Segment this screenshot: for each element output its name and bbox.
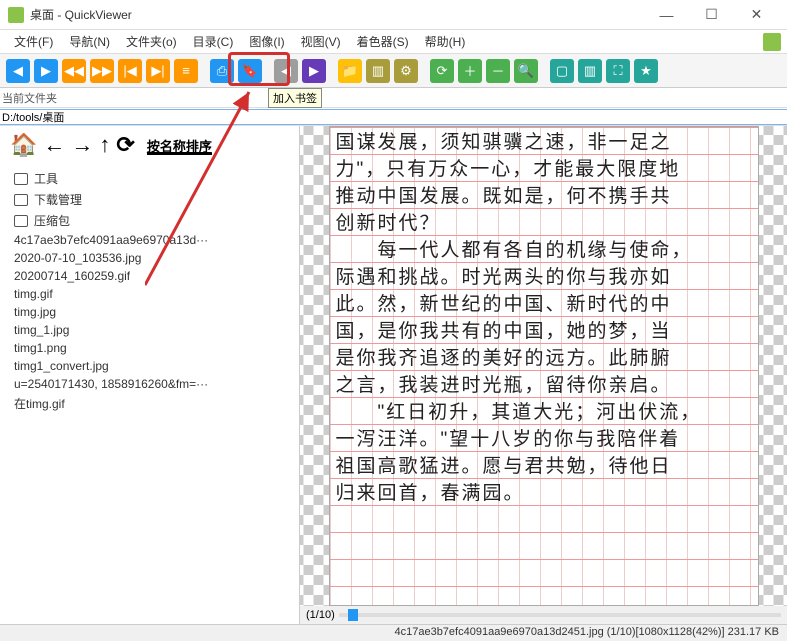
refresh-button[interactable]: ⟳	[430, 59, 454, 83]
open-folder-button[interactable]: 📁	[338, 59, 362, 83]
folder-icon	[14, 173, 28, 185]
bookmark-save-button[interactable]: ⎙	[210, 59, 234, 83]
file-tree: 工具 下载管理 压缩包 4c17ae3b7efc4091aa9e6970a13d…	[0, 164, 299, 418]
first-button[interactable]: |◀	[118, 59, 142, 83]
minimize-button[interactable]: —	[644, 0, 689, 30]
path-label: 当前文件夹	[0, 90, 59, 106]
file-item[interactable]: 20200714_160259.gif	[8, 267, 291, 285]
folder-item[interactable]: 下载管理	[8, 189, 291, 210]
file-item[interactable]: 2020-07-10_103536.jpg	[8, 249, 291, 267]
app-icon	[8, 7, 24, 23]
document-page: 国谋发展，须知骐骥之速，非一足之力"，只有万众一心，才能最大限度地推动中国发展。…	[329, 126, 759, 606]
rotate-right-button[interactable]: ▶	[302, 59, 326, 83]
fast-prev-button[interactable]: ◀◀	[62, 59, 86, 83]
forward-icon[interactable]: →	[71, 132, 93, 158]
zoom-fit-button[interactable]: 🔍	[514, 59, 538, 83]
menu-nav[interactable]: 导航(N)	[61, 31, 118, 52]
next-button[interactable]: ▶	[34, 59, 58, 83]
file-item[interactable]: u=2540171430, 1858916260&fm=···	[8, 375, 291, 393]
menu-shader[interactable]: 着色器(S)	[349, 31, 417, 52]
single-page-button[interactable]: ▢	[550, 59, 574, 83]
path-input[interactable]	[0, 110, 787, 124]
last-button[interactable]: ▶|	[146, 59, 170, 83]
rotate-left-button[interactable]: ◀	[274, 59, 298, 83]
list-icon[interactable]: ≡	[174, 59, 198, 83]
maximize-button[interactable]: ☐	[689, 0, 734, 30]
file-item[interactable]: timg.jpg	[8, 303, 291, 321]
up-icon[interactable]: ↑	[99, 132, 110, 158]
fast-next-button[interactable]: ▶▶	[90, 59, 114, 83]
page-count: (1/10)	[306, 609, 335, 621]
fullscreen-button[interactable]: ⛶	[606, 59, 630, 83]
bookmark-add-button[interactable]: 🔖	[238, 59, 262, 83]
titlebar: 桌面 - QuickViewer — ☐ ✕	[0, 0, 787, 30]
folder-item[interactable]: 工具	[8, 168, 291, 189]
menu-image[interactable]: 图像(I)	[241, 31, 292, 52]
back-icon[interactable]: ←	[43, 132, 65, 158]
zoom-in-button[interactable]: ＋	[458, 59, 482, 83]
file-item[interactable]: timg1.png	[8, 339, 291, 357]
image-viewer[interactable]: 国谋发展，须知骐骥之速，非一足之力"，只有万众一心，才能最大限度地推动中国发展。…	[300, 126, 787, 624]
star-button[interactable]: ★	[634, 59, 658, 83]
double-page-button[interactable]: ▥	[578, 59, 602, 83]
menu-folder[interactable]: 文件夹(o)	[118, 31, 185, 52]
home-icon[interactable]: 🏠	[10, 132, 37, 158]
slider-thumb[interactable]	[348, 609, 358, 621]
sidebar: 🏠 ← → ↑ ⟳ 按名称排序 工具 下载管理 压缩包 4c17ae3b7efc…	[0, 126, 300, 624]
edit-icon[interactable]	[763, 33, 781, 51]
tooltip: 加入书签	[268, 88, 322, 108]
reload-icon[interactable]: ⟳	[116, 132, 134, 158]
menu-catalog[interactable]: 目录(C)	[185, 31, 242, 52]
sort-button[interactable]: 按名称排序	[147, 136, 212, 155]
file-item[interactable]: 在timg.gif	[8, 393, 291, 414]
file-item[interactable]: 4c17ae3b7efc4091aa9e6970a13d···	[8, 231, 291, 249]
menubar: 文件(F) 导航(N) 文件夹(o) 目录(C) 图像(I) 视图(V) 着色器…	[0, 30, 787, 54]
pathbar: 当前文件夹	[0, 88, 787, 108]
window-title: 桌面 - QuickViewer	[30, 6, 644, 23]
menu-help[interactable]: 帮助(H)	[417, 31, 474, 52]
menu-view[interactable]: 视图(V)	[293, 31, 349, 52]
zoom-out-button[interactable]: －	[486, 59, 510, 83]
file-item[interactable]: timg1_convert.jpg	[8, 357, 291, 375]
toolbar: ◀ ▶ ◀◀ ▶▶ |◀ ▶| ≡ ⎙ 🔖 ◀ ▶ 📁 ▥ ⚙ ⟳ ＋ － 🔍 …	[0, 54, 787, 88]
pager: (1/10)	[300, 606, 787, 624]
close-button[interactable]: ✕	[734, 0, 779, 30]
folder-item[interactable]: 压缩包	[8, 210, 291, 231]
menu-file[interactable]: 文件(F)	[6, 31, 61, 52]
statusbar: 4c17ae3b7efc4091aa9e6970a13d2451.jpg (1/…	[0, 624, 787, 641]
gear-icon[interactable]: ⚙	[394, 59, 418, 83]
file-item[interactable]: timg_1.jpg	[8, 321, 291, 339]
prev-button[interactable]: ◀	[6, 59, 30, 83]
folder-icon	[14, 215, 28, 227]
folder-icon	[14, 194, 28, 206]
page-slider[interactable]	[339, 613, 781, 617]
file-item[interactable]: timg.gif	[8, 285, 291, 303]
book-icon[interactable]: ▥	[366, 59, 390, 83]
